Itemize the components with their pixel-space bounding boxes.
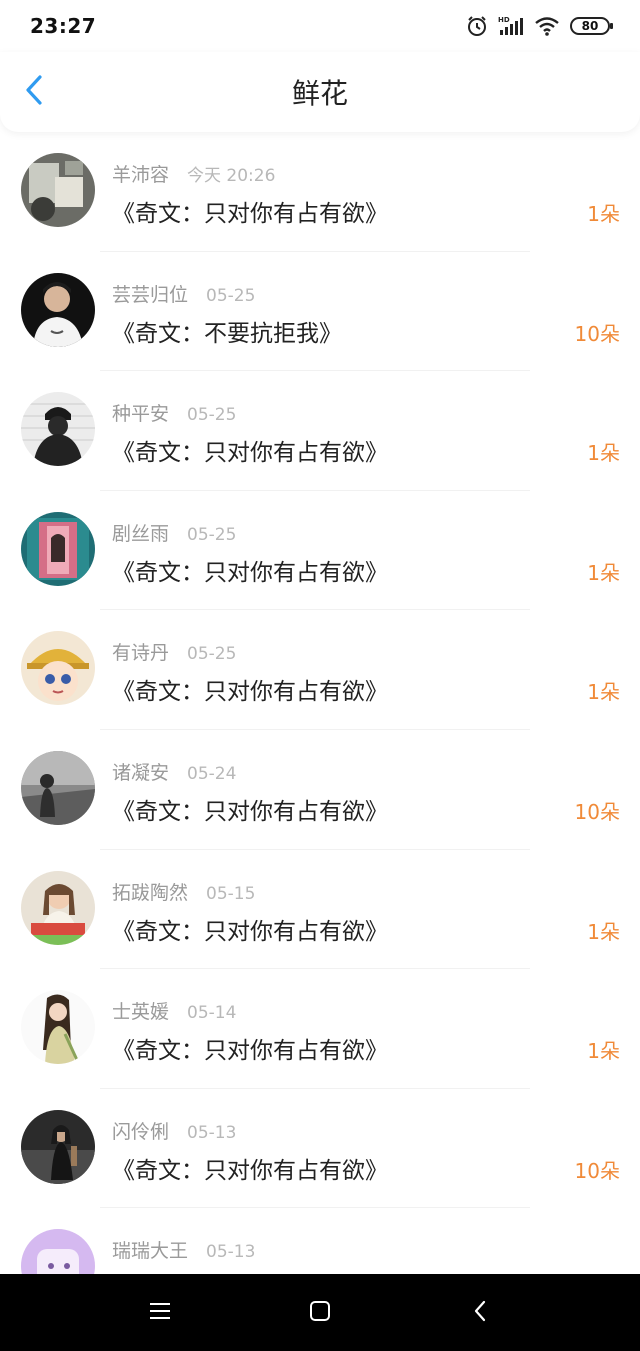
home-icon [309, 1300, 331, 1326]
header: 鲜花 [0, 52, 640, 132]
wifi-icon [534, 15, 560, 37]
flower-count: 1朵 [587, 560, 620, 585]
list-item[interactable]: 士英媛 05-14 《奇文：只对你有占有欲》 1朵 [0, 969, 640, 1089]
avatar[interactable] [21, 272, 95, 347]
avatar[interactable] [21, 990, 95, 1065]
user-name: 诸凝安 [112, 761, 170, 784]
battery-level: 80 [581, 19, 599, 33]
book-title: 《奇文：不要抗拒我》 [112, 320, 342, 347]
battery-icon: 80 [570, 17, 613, 35]
user-name: 士英媛 [112, 1001, 170, 1024]
user-name: 剧丝雨 [112, 522, 170, 545]
back-button[interactable] [14, 72, 54, 112]
timestamp: 05-14 [187, 1003, 237, 1024]
timestamp: 今天 20:26 [187, 166, 276, 186]
menu-button[interactable] [130, 1283, 190, 1343]
avatar[interactable] [21, 750, 95, 825]
book-title: 《奇文：只对你有占有欲》 [112, 679, 388, 706]
book-title: 《奇文：只对你有占有欲》 [112, 559, 388, 586]
list-item[interactable]: 剧丝雨 05-25 《奇文：只对你有占有欲》 1朵 [0, 491, 640, 611]
avatar[interactable] [21, 631, 95, 706]
avatar[interactable] [21, 511, 95, 586]
status-icons: HD 80 [466, 15, 613, 37]
book-title: 《奇文：只对你有占有欲》 [112, 201, 388, 227]
system-back-button[interactable] [450, 1283, 510, 1343]
avatar[interactable] [21, 153, 95, 227]
user-name: 瑞瑞大王 [112, 1240, 189, 1263]
timestamp: 05-25 [206, 285, 256, 306]
avatar[interactable] [21, 870, 95, 945]
system-nav-bar [0, 1274, 640, 1351]
book-title: 《奇文：只对你有占有欲》 [112, 440, 388, 467]
status-bar: 23:27 HD 80 [0, 0, 640, 52]
user-name: 闪伶俐 [112, 1120, 170, 1143]
user-name: 芸芸归位 [112, 283, 189, 306]
list-item[interactable]: 拓跋陶然 05-15 《奇文：只对你有占有欲》 1朵 [0, 850, 640, 970]
user-name: 种平安 [112, 403, 170, 426]
flower-count: 1朵 [587, 202, 620, 226]
flower-count: 1朵 [587, 680, 620, 705]
timestamp: 05-24 [187, 763, 237, 784]
timestamp: 05-25 [187, 644, 237, 665]
timestamp: 05-13 [206, 1242, 256, 1263]
book-title: 《奇文：只对你有占有欲》 [112, 1157, 388, 1184]
flower-count: 1朵 [587, 1039, 620, 1064]
list-item[interactable]: 羊沛容 今天 20:26 《奇文：只对你有占有欲》 1朵 [0, 132, 640, 252]
status-time: 23:27 [30, 14, 97, 38]
avatar[interactable] [21, 1229, 95, 1274]
flower-count: 1朵 [587, 919, 620, 944]
alarm-icon [466, 15, 488, 37]
book-title: 《奇文：只对你有占有欲》 [112, 918, 388, 945]
flower-count: 1朵 [587, 441, 620, 466]
back-triangle-icon [472, 1299, 488, 1327]
user-name: 拓跋陶然 [112, 881, 189, 904]
timestamp: 05-13 [187, 1122, 237, 1143]
flower-count: 10朵 [574, 1158, 620, 1183]
timestamp: 05-15 [206, 883, 256, 904]
flower-count: 10朵 [574, 321, 620, 346]
book-title: 《奇文：只对你有占有欲》 [112, 798, 388, 825]
chevron-left-icon [23, 74, 45, 110]
timestamp: 05-25 [187, 524, 237, 545]
list-item[interactable]: 有诗丹 05-25 《奇文：只对你有占有欲》 1朵 [0, 610, 640, 730]
list-item[interactable]: 种平安 05-25 《奇文：只对你有占有欲》 1朵 [0, 371, 640, 491]
list-item[interactable]: 闪伶俐 05-13 《奇文：只对你有占有欲》 10朵 [0, 1089, 640, 1209]
user-name: 羊沛容 [112, 164, 170, 186]
list-item[interactable]: 诸凝安 05-24 《奇文：只对你有占有欲》 10朵 [0, 730, 640, 850]
book-title: 《奇文：只对你有占有欲》 [112, 1038, 388, 1065]
user-name: 有诗丹 [112, 642, 170, 665]
menu-icon [149, 1302, 171, 1324]
flower-count: 10朵 [574, 799, 620, 824]
list-item[interactable]: 瑞瑞大王 05-13 [0, 1208, 640, 1274]
avatar[interactable] [21, 1109, 95, 1184]
svg-text:HD: HD [498, 16, 510, 24]
timestamp: 05-25 [187, 405, 237, 426]
page-title: 鲜花 [291, 77, 348, 110]
signal-icon: HD [498, 15, 524, 37]
flower-list: 羊沛容 今天 20:26 《奇文：只对你有占有欲》 1朵 芸芸归位 05-25 … [0, 132, 640, 1274]
avatar[interactable] [21, 392, 95, 467]
list-item[interactable]: 芸芸归位 05-25 《奇文：不要抗拒我》 10朵 [0, 252, 640, 372]
home-button[interactable] [290, 1283, 350, 1343]
